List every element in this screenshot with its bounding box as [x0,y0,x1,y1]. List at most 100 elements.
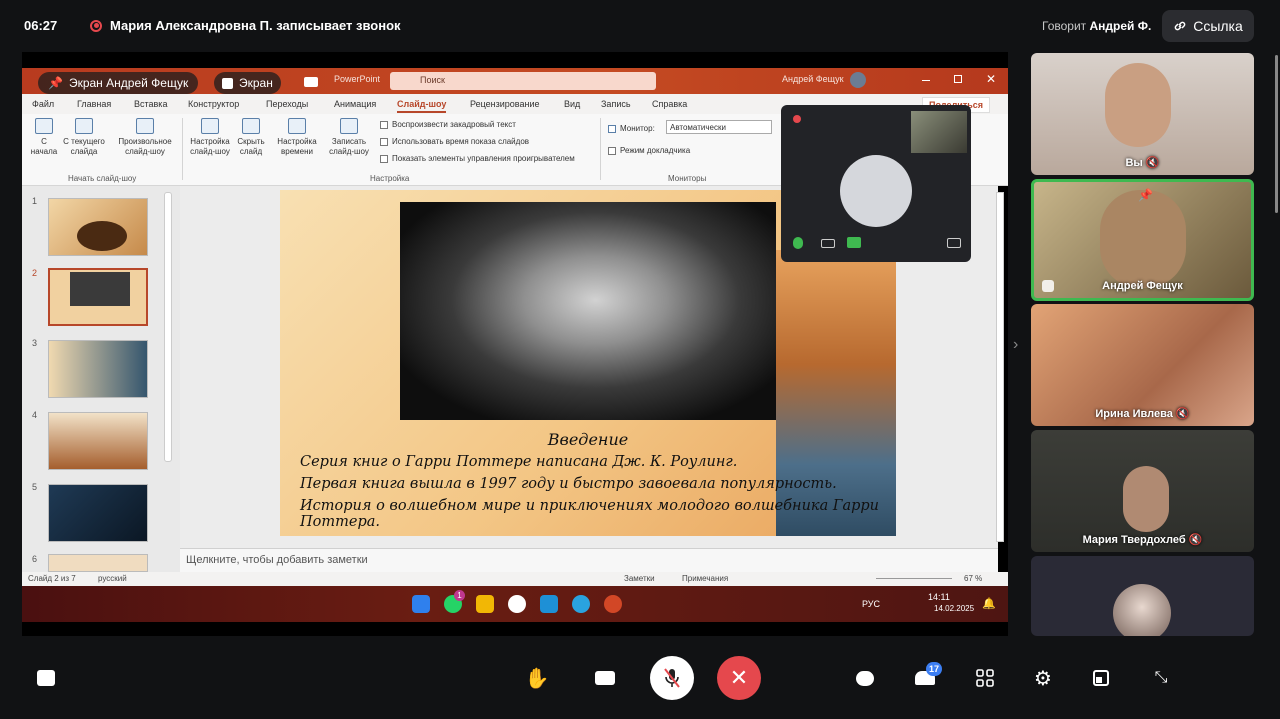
top-bar: 06:27 Мария Александровна П. записывает … [0,0,1280,52]
minimize-icon[interactable] [922,80,930,81]
notes-field[interactable]: Щелкните, чтобы добавить заметки [180,548,998,572]
play-icon [35,118,53,134]
screen-share-icon[interactable] [847,237,861,248]
camera-button[interactable] [592,665,618,691]
chat-button[interactable] [853,666,877,690]
narration-checkbox[interactable]: Воспроизвести закадровый текст [380,120,516,129]
rehearse-timings-button[interactable]: Настройка времени [274,118,320,157]
slide-thumb-4[interactable] [48,412,148,470]
raise-hand-button[interactable]: ✋ [524,665,550,691]
slide-thumb-6[interactable] [48,554,148,572]
participants-scrollbar[interactable] [1275,55,1278,213]
app-name: PowerPoint [334,74,381,84]
thumb-number: 4 [32,410,38,420]
notes-toggle[interactable]: Заметки [624,574,655,583]
tab-transitions[interactable]: Переходы [266,99,308,109]
slide-thumbnails: 1 2 3 4 5 6 [22,186,180,572]
layout-grid-button[interactable] [974,667,996,689]
slide-thumb-3[interactable] [48,340,148,398]
tab-animations[interactable]: Анимация [334,99,376,109]
custom-show-icon [136,118,154,134]
tab-design[interactable]: Конструктор [188,99,239,109]
tab-review[interactable]: Рецензирование [470,99,540,109]
tab-help[interactable]: Справка [652,99,687,109]
thumb-number: 5 [32,482,38,492]
controls-checkbox[interactable]: Показать элементы управления проигрывате… [380,154,575,163]
minimize-button[interactable]: ⤡ [1150,667,1172,689]
language-indicator[interactable]: русский [98,574,127,583]
thumb-number: 2 [32,268,38,278]
camera-icon[interactable] [821,239,835,248]
input-language[interactable]: РУС [862,599,880,609]
custom-show-button[interactable]: Произвольное слайд-шоу [114,118,176,157]
participant-tile[interactable]: Мария Твердохлеб 🔇 [1031,430,1254,552]
participant-tile-active[interactable]: 📌 Андрей Фещук [1031,179,1254,301]
ribbon-separator [182,118,183,180]
speaking-name: Андрей Ф. [1089,19,1152,33]
restore-icon[interactable] [954,75,962,83]
participant-tile[interactable]: Ирина Ивлева 🔇 [1031,304,1254,426]
end-call-button[interactable]: ✕ [717,656,761,700]
grid-icon [976,669,994,687]
notification-bell-icon[interactable]: 🔔 [982,597,996,610]
expand-icon[interactable] [947,238,961,248]
zoom-level[interactable]: 67 % [964,574,982,583]
link-icon [1174,21,1186,31]
taskbar-time: 14:11 [928,592,950,602]
setup-show-button[interactable]: Настройка слайд-шоу [188,118,232,157]
windows-taskbar: 1 РУС 14:11 14.02.2025 🔔 [22,586,1008,622]
speaking-prefix: Говорит [1042,19,1087,33]
camera-icon [304,77,318,87]
chevron-right-icon[interactable]: › [1013,336,1018,354]
timings-checkbox[interactable]: Использовать время показа слайдов [380,137,529,146]
mic-off-icon [664,668,680,688]
monitor-select[interactable]: Автоматически [666,120,772,134]
comments-toggle[interactable]: Примечания [682,574,728,583]
checkbox-icon [380,137,388,146]
canvas-scrollbar[interactable] [996,192,1004,542]
thumbnails-scrollbar[interactable] [164,192,172,462]
tab-record[interactable]: Запись [601,99,631,109]
slide-heading: Введение [547,430,629,449]
recording-indicator: Мария Александровна П. записывает звонок [90,18,401,33]
participants-count-badge: 17 [926,662,942,676]
hide-slide-button[interactable]: Скрыть слайд [234,118,268,157]
tab-file[interactable]: Файл [32,99,54,109]
microphone-icon[interactable] [793,237,803,249]
zoom-slider[interactable] [876,578,952,579]
share-screen-button[interactable] [34,666,58,690]
folder-icon[interactable] [476,595,494,613]
microphone-button[interactable] [650,656,694,700]
picture-in-picture-button[interactable] [1090,667,1112,689]
start-icon[interactable] [412,595,430,613]
telegram-icon[interactable] [572,595,590,613]
store-icon[interactable] [540,595,558,613]
tab-view[interactable]: Вид [564,99,580,109]
participant-tile[interactable]: Вы 🔇 [1031,53,1254,175]
participant-tile[interactable] [1031,556,1254,636]
presenter-view-checkbox[interactable]: Режим докладчика [608,146,690,155]
from-start-button[interactable]: С начала [28,118,60,157]
powerpoint-icon[interactable] [604,595,622,613]
slide-thumb-2[interactable] [48,268,148,326]
search-input[interactable]: Поиск [390,72,656,90]
tab-home[interactable]: Главная [77,99,111,109]
chat-icon [856,670,874,686]
close-icon[interactable]: ✕ [986,72,996,86]
screen-owner-label: Экран Андрей Фещук [68,76,189,90]
slide-thumb-1[interactable] [48,198,148,256]
yandex-browser-icon[interactable] [508,595,526,613]
participant-video [1100,190,1186,288]
slide-thumb-5[interactable] [48,484,148,542]
from-current-button[interactable]: С текущего слайда [60,118,108,157]
slide-line-2: Первая книга вышла в 1997 году и быстро … [300,476,837,492]
tab-insert[interactable]: Вставка [134,99,167,109]
checkbox-icon [380,154,388,163]
record-show-button[interactable]: Записать слайд-шоу [322,118,376,157]
participant-name: Мария Твердохлеб 🔇 [1082,534,1203,546]
settings-button[interactable]: ⚙ [1032,667,1054,690]
mic-muted-icon: 🔇 [1188,534,1203,546]
copy-link-button[interactable]: Ссылка [1162,10,1254,42]
tab-slideshow[interactable]: Слайд-шоу [397,99,447,113]
screen-chip[interactable]: Экран [214,72,281,94]
